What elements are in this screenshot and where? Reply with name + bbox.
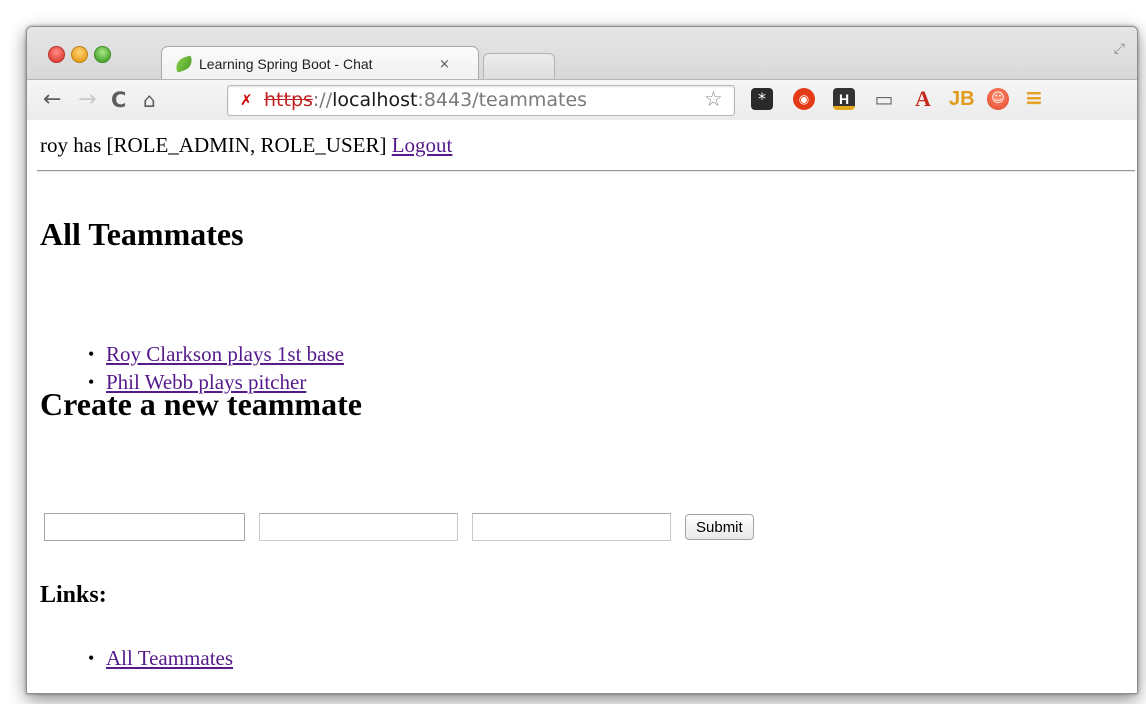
browser-toolbar: ← → C ⌂ ✗ https://localhost:8443/teammat…	[27, 79, 1137, 121]
extension-h-icon[interactable]: H	[833, 88, 855, 110]
bookmark-star-icon[interactable]: ☆	[704, 87, 723, 111]
tab-close-icon[interactable]: ×	[439, 57, 450, 72]
spring-leaf-icon	[173, 55, 195, 73]
page-content: roy has [ROLE_ADMIN, ROLE_USER] Logout A…	[27, 120, 1137, 693]
browser-window: Learning Spring Boot - Chat × ⤢ ← → C ⌂ …	[26, 26, 1138, 694]
close-window-button[interactable]	[48, 46, 65, 63]
home-icon[interactable]: ⌂	[143, 86, 156, 114]
tab-title: Learning Spring Boot - Chat	[199, 56, 373, 72]
tab-content: Learning Spring Boot - Chat ×	[173, 50, 465, 78]
fullscreen-icon[interactable]: ⤢	[1114, 41, 1125, 57]
url-scheme: https	[264, 89, 313, 111]
create-teammate-heading: Create a new teammate	[40, 386, 362, 422]
divider	[37, 170, 1135, 172]
submit-button[interactable]: Submit	[685, 514, 754, 540]
url-path: :8443/teammates	[417, 89, 588, 111]
title-bar: Learning Spring Boot - Chat × ⤢	[27, 27, 1137, 80]
all-teammates-heading: All Teammates	[40, 216, 244, 252]
forward-arrow-icon[interactable]: →	[78, 86, 96, 114]
first-name-field[interactable]	[44, 513, 245, 541]
url-text[interactable]: https://localhost:8443/teammates	[264, 89, 587, 111]
logout-link[interactable]: Logout	[392, 133, 453, 157]
links-heading: Links:	[40, 582, 107, 608]
new-tab-button[interactable]	[483, 53, 555, 80]
address-bar[interactable]: ✗ https://localhost:8443/teammates ☆	[227, 85, 735, 116]
url-separator: ://	[312, 89, 333, 111]
position-field[interactable]	[472, 513, 671, 541]
extension-asterisk-icon[interactable]: *	[751, 88, 773, 110]
extension-face-icon[interactable]: ☺	[987, 88, 1009, 110]
url-host: localhost	[332, 89, 418, 111]
extension-a-icon[interactable]: A	[912, 88, 934, 110]
reload-icon[interactable]: C	[111, 86, 126, 114]
list-item: All Teammates	[40, 644, 233, 672]
extension-record-icon[interactable]: ◉	[793, 88, 815, 110]
teammate-link[interactable]: Roy Clarkson plays 1st base	[106, 342, 344, 366]
maximize-window-button[interactable]	[94, 46, 111, 63]
list-item: Roy Clarkson plays 1st base	[40, 340, 344, 368]
cast-icon[interactable]: ▭	[873, 88, 895, 110]
links-list: All Teammates	[40, 644, 233, 672]
all-teammates-link[interactable]: All Teammates	[106, 646, 233, 670]
back-arrow-icon[interactable]: ←	[43, 86, 61, 114]
insecure-lock-icon: ✗	[240, 91, 253, 109]
user-roles-text: roy has [ROLE_ADMIN, ROLE_USER]	[40, 133, 387, 157]
minimize-window-button[interactable]	[71, 46, 88, 63]
last-name-field[interactable]	[259, 513, 458, 541]
user-bar: roy has [ROLE_ADMIN, ROLE_USER] Logout	[40, 133, 452, 158]
menu-icon[interactable]: ≡	[1023, 88, 1045, 110]
jetbrains-icon[interactable]: JB	[949, 88, 975, 110]
teammate-form: Submit	[44, 513, 754, 541]
